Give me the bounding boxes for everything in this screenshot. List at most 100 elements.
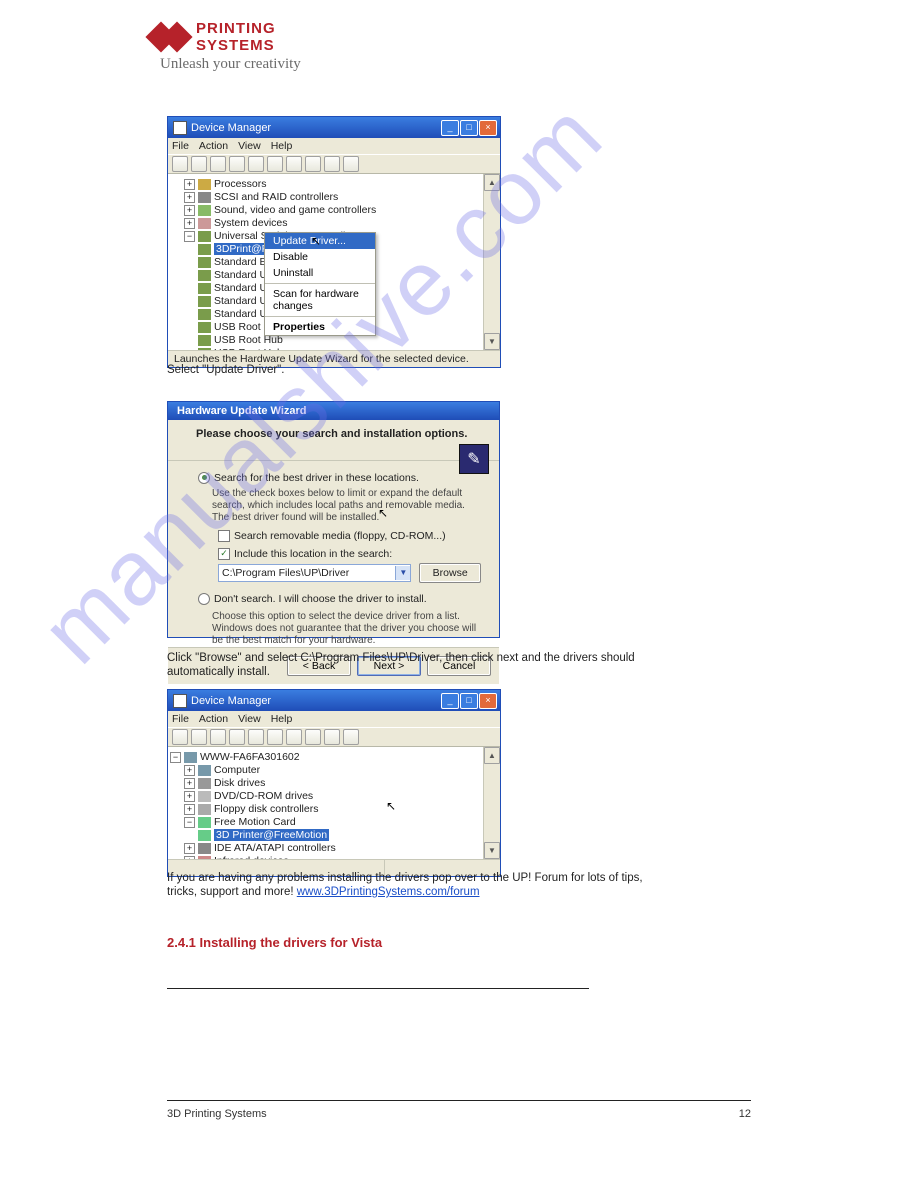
tree-ir[interactable]: Infrared devices bbox=[214, 855, 289, 859]
toolbar-icon[interactable] bbox=[210, 729, 226, 745]
minimize-button[interactable]: _ bbox=[441, 693, 459, 709]
checkbox-include-label: Include this location in the search: bbox=[234, 548, 392, 560]
menu-help[interactable]: Help bbox=[271, 713, 293, 725]
device-icon bbox=[198, 348, 211, 351]
close-button[interactable]: × bbox=[479, 693, 497, 709]
maximize-button[interactable]: □ bbox=[460, 693, 478, 709]
menu-help[interactable]: Help bbox=[271, 140, 293, 152]
toolbar[interactable] bbox=[168, 154, 500, 174]
tree-freemotion[interactable]: Free Motion Card bbox=[214, 816, 296, 828]
toolbar-icon[interactable] bbox=[191, 729, 207, 745]
tree-dvd[interactable]: DVD/CD-ROM drives bbox=[214, 790, 313, 802]
radio-dont-search[interactable]: Don't search. I will choose the driver t… bbox=[198, 593, 427, 605]
toolbar-icon[interactable] bbox=[172, 729, 188, 745]
menu-action[interactable]: Action bbox=[199, 140, 228, 152]
menu-file[interactable]: File bbox=[172, 140, 189, 152]
radio-search-best[interactable]: Search for the best driver in these loca… bbox=[198, 472, 419, 484]
menu-view[interactable]: View bbox=[238, 713, 261, 725]
ctx-scan-hardware[interactable]: Scan for hardware changes bbox=[265, 286, 375, 314]
maximize-button[interactable]: □ bbox=[460, 120, 478, 136]
dvd-icon bbox=[198, 791, 211, 802]
device-icon bbox=[198, 244, 211, 255]
scroll-down-icon[interactable]: ▼ bbox=[484, 333, 500, 350]
toolbar-icon[interactable] bbox=[286, 156, 302, 172]
scroll-up-icon[interactable]: ▲ bbox=[484, 174, 500, 191]
footer-left: 3D Printing Systems bbox=[167, 1108, 267, 1120]
ctx-disable[interactable]: Disable bbox=[265, 249, 375, 265]
device-manager-window-2: Device Manager _ □ × File Action View He… bbox=[167, 689, 501, 877]
device-tree[interactable]: −WWW-FA6FA301602 +Computer +Disk drives … bbox=[168, 747, 500, 859]
tree-computer[interactable]: Computer bbox=[214, 764, 260, 776]
ctx-uninstall[interactable]: Uninstall bbox=[265, 265, 375, 281]
tree-disk[interactable]: Disk drives bbox=[214, 777, 265, 789]
device-icon bbox=[198, 270, 211, 281]
usb-icon bbox=[198, 231, 211, 242]
logo-text-line2: SYSTEMS bbox=[196, 37, 276, 54]
tree-sysdev[interactable]: System devices bbox=[214, 217, 288, 229]
tree-floppy[interactable]: Floppy disk controllers bbox=[214, 803, 318, 815]
toolbar-icon[interactable] bbox=[286, 729, 302, 745]
titlebar[interactable]: Device Manager _ □ × bbox=[168, 117, 500, 138]
toolbar-forward-icon[interactable] bbox=[191, 156, 207, 172]
minimize-button[interactable]: _ bbox=[441, 120, 459, 136]
caption-3a: If you are having any problems installin… bbox=[167, 872, 643, 884]
menu-file[interactable]: File bbox=[172, 713, 189, 725]
scroll-down-icon[interactable]: ▼ bbox=[484, 842, 500, 859]
wizard-heading: Please choose your search and installati… bbox=[196, 428, 481, 440]
menubar[interactable]: File Action View Help bbox=[168, 711, 500, 727]
vertical-scrollbar[interactable]: ▲ ▼ bbox=[483, 174, 500, 350]
wizard-titlebar[interactable]: Hardware Update Wizard bbox=[168, 402, 499, 420]
toolbar-icon[interactable] bbox=[229, 729, 245, 745]
close-button[interactable]: × bbox=[479, 120, 497, 136]
tree-item[interactable]: USB Root Hub bbox=[214, 347, 283, 350]
caption-3b: tricks, support and more! www.3DPrinting… bbox=[167, 886, 480, 898]
scroll-up-icon[interactable]: ▲ bbox=[484, 747, 500, 764]
toolbar[interactable] bbox=[168, 727, 500, 747]
toolbar-icon[interactable] bbox=[248, 156, 264, 172]
cursor-icon: ↖ bbox=[378, 506, 388, 520]
toolbar-icon[interactable] bbox=[267, 729, 283, 745]
toolbar-back-icon[interactable] bbox=[172, 156, 188, 172]
toolbar-icon[interactable] bbox=[210, 156, 226, 172]
caption-2b: automatically install. bbox=[167, 666, 270, 678]
checkbox-include-location[interactable]: ✓ Include this location in the search: bbox=[218, 548, 392, 560]
titlebar[interactable]: Device Manager _ □ × bbox=[168, 690, 500, 711]
checkbox-removable-media[interactable]: Search removable media (floppy, CD-ROM..… bbox=[218, 530, 446, 542]
toolbar-icon[interactable] bbox=[324, 156, 340, 172]
toolbar-icon[interactable] bbox=[305, 156, 321, 172]
device-icon bbox=[198, 322, 211, 333]
tree-sound[interactable]: Sound, video and game controllers bbox=[214, 204, 376, 216]
tree-selected-device[interactable]: 3D Printer@FreeMotion bbox=[214, 829, 329, 841]
hardware-update-wizard: Hardware Update Wizard Please choose you… bbox=[167, 401, 500, 638]
checkbox-on-icon: ✓ bbox=[218, 548, 230, 560]
caption-3b-pre: tricks, support and more! bbox=[167, 886, 297, 898]
toolbar-icon[interactable] bbox=[305, 729, 321, 745]
tree-ide[interactable]: IDE ATA/ATAPI controllers bbox=[214, 842, 336, 854]
menu-view[interactable]: View bbox=[238, 140, 261, 152]
ide-icon bbox=[198, 843, 211, 854]
tree-scsi[interactable]: SCSI and RAID controllers bbox=[214, 191, 338, 203]
toolbar-icon[interactable] bbox=[229, 156, 245, 172]
toolbar-icon[interactable] bbox=[324, 729, 340, 745]
browse-button[interactable]: Browse bbox=[419, 563, 481, 583]
dropdown-icon[interactable]: ▼ bbox=[395, 566, 410, 580]
card-icon bbox=[198, 817, 211, 828]
ctx-properties[interactable]: Properties bbox=[265, 319, 375, 335]
toolbar-icon[interactable] bbox=[248, 729, 264, 745]
toolbar-icon[interactable] bbox=[267, 156, 283, 172]
subheading-vista-drivers: 2.4.1 Installing the drivers for Vista bbox=[167, 935, 382, 950]
window-title: Device Manager bbox=[191, 695, 441, 707]
menubar[interactable]: File Action View Help bbox=[168, 138, 500, 154]
vertical-scrollbar[interactable]: ▲ ▼ bbox=[483, 747, 500, 859]
tree-root[interactable]: WWW-FA6FA301602 bbox=[200, 751, 300, 763]
disk-icon bbox=[198, 778, 211, 789]
tree-processors[interactable]: Processors bbox=[214, 178, 267, 190]
opt1-help-text: Use the check boxes below to limit or ex… bbox=[212, 488, 481, 524]
driver-path-combo[interactable]: C:\Program Files\UP\Driver ▼ bbox=[218, 564, 411, 582]
device-manager-window-1: Device Manager _ □ × File Action View He… bbox=[167, 116, 501, 368]
menu-action[interactable]: Action bbox=[199, 713, 228, 725]
toolbar-icon[interactable] bbox=[343, 156, 359, 172]
sound-icon bbox=[198, 205, 211, 216]
forum-link[interactable]: www.3DPrintingSystems.com/forum bbox=[297, 886, 480, 898]
toolbar-icon[interactable] bbox=[343, 729, 359, 745]
